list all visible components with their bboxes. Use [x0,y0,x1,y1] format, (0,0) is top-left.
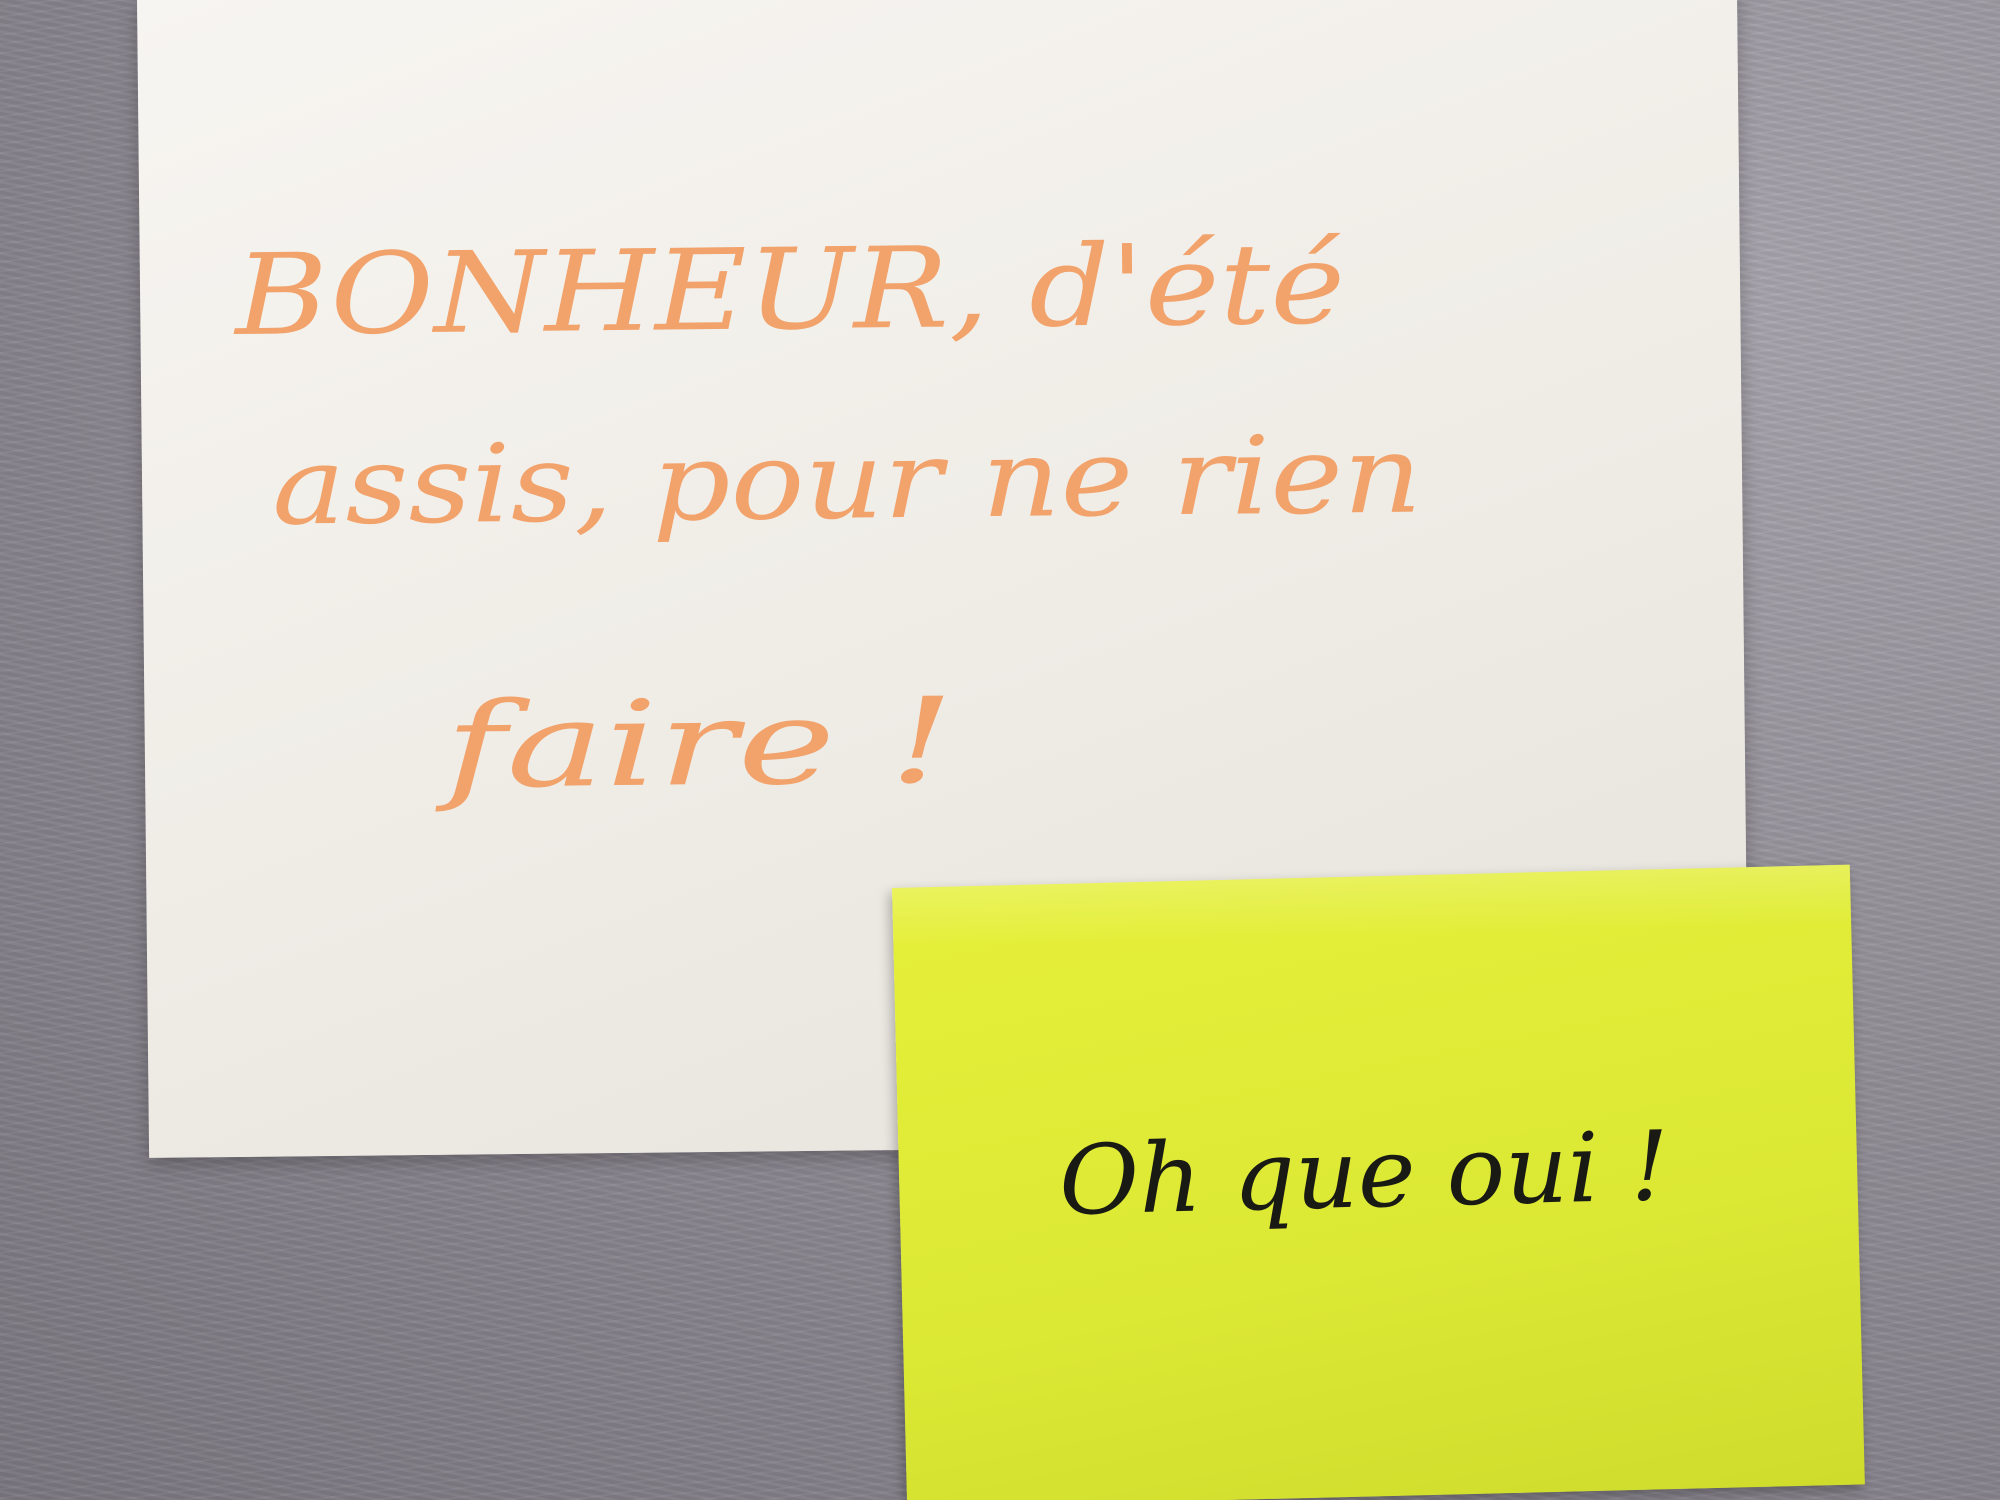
card-line-3: faire ! [433,671,956,814]
yellow-sticky-note: Oh que oui ! [892,864,1865,1500]
sticky-text: Oh que oui ! [1058,1110,1671,1237]
sticky-handwriting: Oh que oui ! [1058,1110,1671,1237]
card-line-2: assis, pour ne rien [271,413,1422,550]
tablecloth-background: BONHEUR, d'été assis, pour ne rien faire… [0,0,2000,1500]
card-line-1: BONHEUR, d'été [232,219,1346,361]
